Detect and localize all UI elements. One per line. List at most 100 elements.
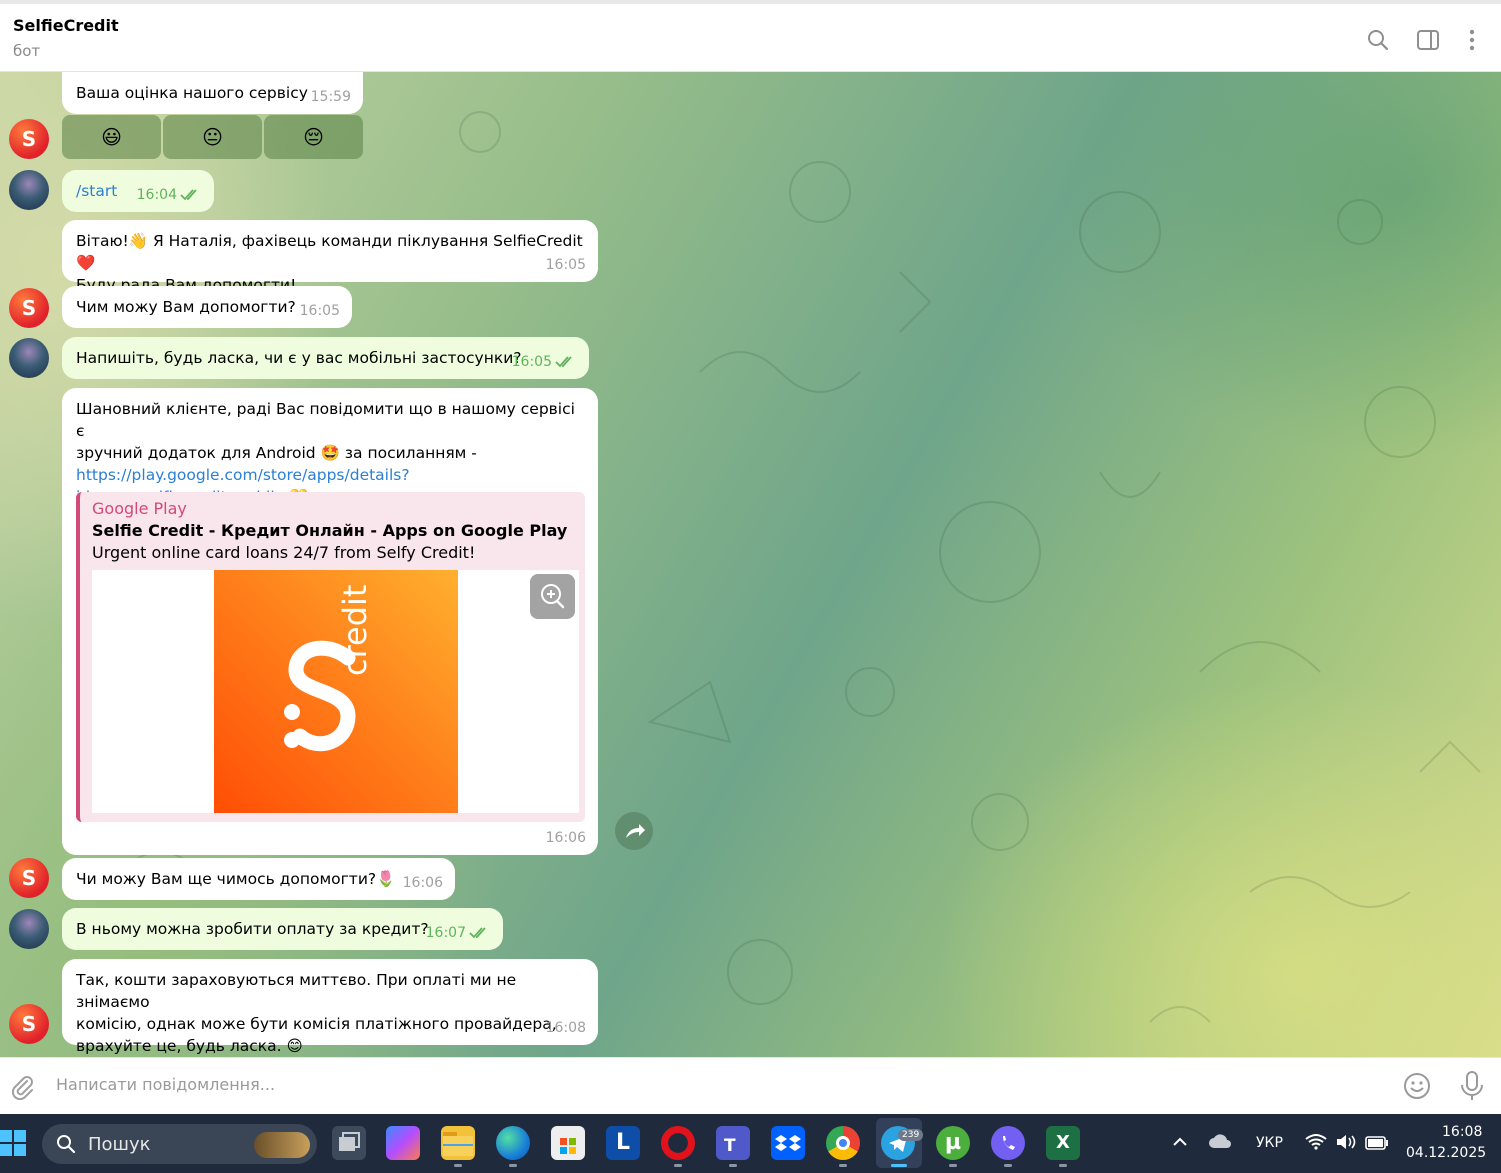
keyboard-button-sad[interactable]: 😔 bbox=[264, 115, 363, 159]
l-app-icon[interactable]: L bbox=[606, 1126, 640, 1160]
message-status: 16:05 bbox=[512, 351, 577, 373]
microsoft-store-icon[interactable] bbox=[551, 1126, 585, 1160]
message-time: 16:08 bbox=[545, 1020, 586, 1036]
running-indicator bbox=[509, 1164, 517, 1167]
message-text: Чим можу Вам допомогти? bbox=[76, 298, 296, 316]
message-status: 16:04 bbox=[137, 184, 202, 206]
user-avatar[interactable] bbox=[9, 170, 49, 210]
message-bubble[interactable]: Напишіть, будь ласка, чи є у вас мобільн… bbox=[62, 337, 589, 379]
message-time: 16:05 bbox=[545, 257, 586, 273]
windows-taskbar: Пошук L T 239 µ X УКР 16:08 04.12.2025 bbox=[0, 1114, 1501, 1173]
read-ticks-icon bbox=[469, 927, 491, 939]
chrome-browser-icon[interactable] bbox=[826, 1126, 860, 1160]
message-input[interactable]: Написати повідомлення... bbox=[56, 1075, 275, 1094]
clock-time[interactable]: 16:08 bbox=[1442, 1124, 1482, 1140]
utorrent-icon[interactable]: µ bbox=[936, 1126, 970, 1160]
message-status: 16:07 bbox=[426, 922, 491, 944]
logo-text: credit bbox=[336, 584, 374, 676]
user-avatar[interactable] bbox=[9, 338, 49, 378]
running-indicator bbox=[1004, 1164, 1012, 1167]
chat-subtitle: бот bbox=[13, 42, 41, 60]
windows-start-icon[interactable] bbox=[0, 1130, 26, 1160]
forward-icon bbox=[626, 824, 645, 838]
bot-avatar[interactable]: S bbox=[9, 119, 49, 159]
bot-avatar[interactable]: S bbox=[9, 288, 49, 328]
chat-title[interactable]: SelfieCredit bbox=[13, 16, 119, 35]
keyboard-button-neutral[interactable]: 😐 bbox=[163, 115, 262, 159]
message-time: 16:05 bbox=[511, 354, 552, 370]
taskbar-search-box[interactable]: Пошук bbox=[42, 1124, 317, 1164]
sidebar-toggle-icon[interactable] bbox=[1416, 28, 1440, 52]
keyboard-button-happy[interactable]: 😃 bbox=[62, 115, 161, 159]
preview-site-name: Google Play bbox=[92, 499, 187, 518]
opera-browser-icon[interactable] bbox=[661, 1126, 695, 1160]
microphone-icon[interactable] bbox=[1458, 1070, 1486, 1106]
selfie-credit-logo: credit bbox=[214, 570, 458, 813]
message-bubble[interactable]: Так, кошти зараховуються миттєво. При оп… bbox=[62, 959, 598, 1055]
running-indicator bbox=[891, 1164, 907, 1167]
message-text: Напишіть, будь ласка, чи є у вас мобільн… bbox=[76, 349, 522, 367]
file-explorer-icon[interactable] bbox=[441, 1126, 475, 1160]
emoji-icon[interactable] bbox=[1402, 1071, 1432, 1105]
message-text-line: Вітаю!👋 Я Наталія, фахівець команди пікл… bbox=[76, 232, 583, 272]
message-text-line: зручний додаток для Android 🤩 за посилан… bbox=[76, 444, 477, 462]
message-composer: Написати повідомлення... bbox=[0, 1057, 1501, 1114]
zoom-in-button[interactable] bbox=[530, 574, 575, 619]
running-indicator bbox=[729, 1164, 737, 1167]
search-icon[interactable] bbox=[1366, 28, 1390, 52]
running-indicator bbox=[674, 1164, 682, 1167]
onedrive-cloud-icon[interactable] bbox=[1208, 1132, 1232, 1154]
user-avatar[interactable] bbox=[9, 909, 49, 949]
search-icon bbox=[57, 1135, 76, 1154]
running-indicator bbox=[839, 1164, 847, 1167]
message-time: 16:07 bbox=[425, 925, 466, 941]
read-ticks-icon bbox=[555, 356, 577, 368]
play-store-link[interactable]: https://play.google.com/store/apps/detai… bbox=[76, 466, 410, 484]
message-bubble[interactable]: Чим можу Вам допомогти? 16:05 bbox=[62, 286, 352, 328]
message-text: Ваша оцінка нашого сервісу bbox=[76, 84, 308, 102]
clock-date[interactable]: 04.12.2025 bbox=[1406, 1145, 1486, 1161]
message-time: 16:06 bbox=[545, 830, 586, 846]
read-ticks-icon bbox=[180, 189, 202, 201]
wifi-icon[interactable] bbox=[1305, 1133, 1327, 1155]
preview-image[interactable]: credit bbox=[92, 570, 579, 813]
teams-icon[interactable]: T bbox=[716, 1126, 750, 1160]
excel-icon[interactable]: X bbox=[1046, 1126, 1080, 1160]
message-bubble[interactable]: Ваша оцінка нашого сервісу 15:59 bbox=[62, 72, 363, 114]
command-link[interactable]: /start bbox=[76, 182, 117, 200]
battery-icon[interactable] bbox=[1365, 1135, 1389, 1154]
running-indicator bbox=[454, 1164, 462, 1167]
language-indicator[interactable]: УКР bbox=[1256, 1135, 1283, 1151]
edge-browser-icon[interactable] bbox=[496, 1126, 530, 1160]
message-text: Чи можу Вам ще чимось допомогти?🌷 bbox=[76, 870, 396, 888]
chevron-up-icon[interactable] bbox=[1172, 1134, 1188, 1154]
chat-header: SelfieCredit бот bbox=[0, 0, 1501, 72]
telegram-unread-badge: 239 bbox=[898, 1129, 924, 1141]
message-bubble[interactable]: Чи можу Вам ще чимось допомогти?🌷 16:06 bbox=[62, 858, 455, 900]
zoom-icon bbox=[541, 584, 565, 609]
dropbox-icon[interactable] bbox=[771, 1126, 805, 1160]
task-view-icon[interactable] bbox=[332, 1126, 366, 1160]
more-vertical-icon[interactable] bbox=[1460, 28, 1484, 52]
chrome-center bbox=[836, 1136, 850, 1150]
link-preview-card[interactable]: Google Play Selfie Credit - Кредит Онлай… bbox=[76, 492, 585, 822]
message-bubble[interactable]: Вітаю!👋 Я Наталія, фахівець команди пікл… bbox=[62, 220, 598, 294]
bot-avatar[interactable]: S bbox=[9, 1004, 49, 1044]
copilot-icon[interactable] bbox=[386, 1126, 420, 1160]
chat-history[interactable]: Ваша оцінка нашого сервісу 15:59 😃 😐 😔 S… bbox=[0, 72, 1501, 1057]
running-indicator bbox=[949, 1164, 957, 1167]
viber-icon[interactable] bbox=[991, 1126, 1025, 1160]
message-text-line: комісію, однак може бути комісія платіжн… bbox=[76, 1015, 557, 1033]
forward-button[interactable] bbox=[615, 812, 653, 850]
attach-icon[interactable] bbox=[8, 1072, 36, 1104]
message-bubble[interactable]: /start 16:04 bbox=[62, 170, 214, 212]
message-bubble[interactable]: Шановний клієнте, раді Вас повідомити що… bbox=[62, 388, 598, 855]
message-text-line: Так, кошти зараховуються миттєво. При оп… bbox=[76, 971, 517, 1011]
message-text: В ньому можна зробити оплату за кредит? bbox=[76, 920, 429, 938]
message-bubble[interactable]: В ньому можна зробити оплату за кредит? … bbox=[62, 908, 503, 950]
volume-icon[interactable] bbox=[1335, 1133, 1357, 1155]
taskbar-search-label: Пошук bbox=[88, 1134, 151, 1155]
message-text-line: врахуйте це, будь ласка. 😊 bbox=[76, 1037, 303, 1055]
bot-avatar[interactable]: S bbox=[9, 858, 49, 898]
running-indicator bbox=[1059, 1164, 1067, 1167]
